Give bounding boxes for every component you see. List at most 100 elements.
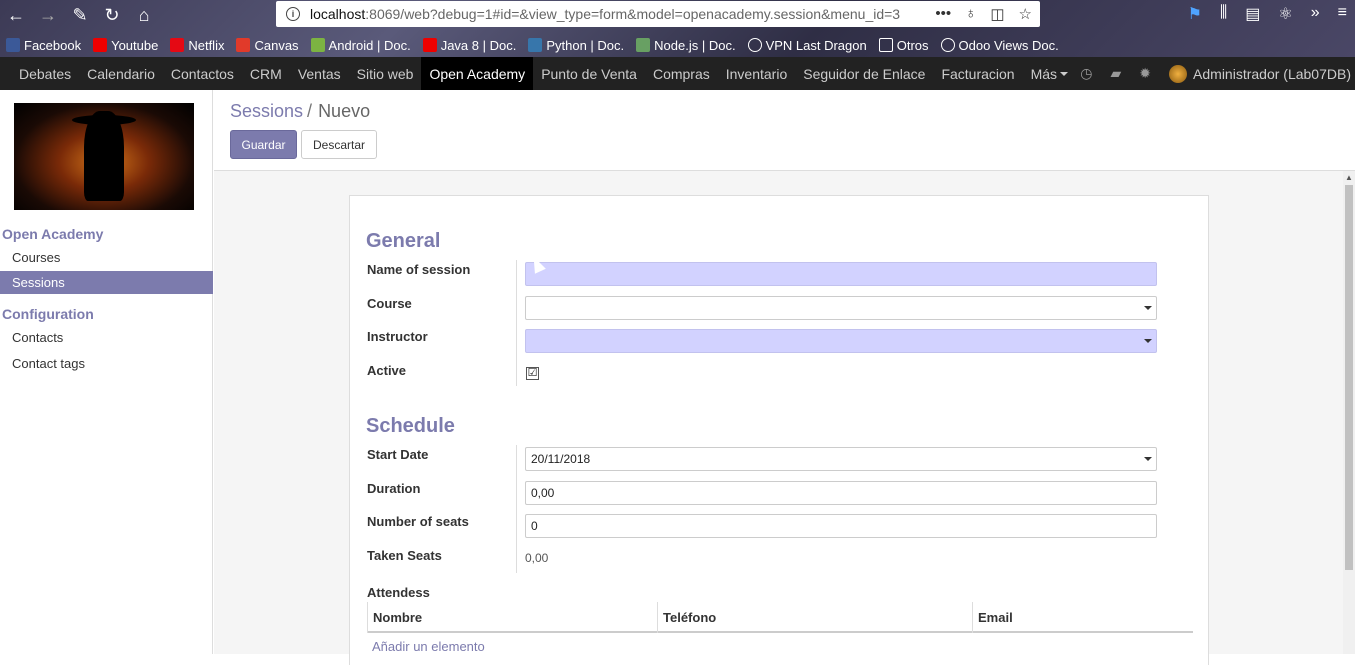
sidebar-section-open-academy[interactable]: Open Academy — [2, 226, 103, 242]
facebook-icon — [6, 38, 20, 52]
column-telefono[interactable]: Teléfono — [657, 602, 972, 633]
bookmark-facebook[interactable]: Facebook — [6, 38, 81, 53]
section-schedule-title: Schedule — [366, 415, 455, 437]
name-input[interactable] — [525, 262, 1157, 286]
more-icon[interactable]: ••• — [935, 5, 951, 23]
chevron-down-icon[interactable] — [1144, 457, 1152, 461]
react-icon[interactable]: ⚛ — [1278, 4, 1292, 24]
bookmark-nodejs[interactable]: Node.js | Doc. — [636, 38, 736, 53]
name-label: Name of session — [367, 262, 471, 277]
nav-item-inventario[interactable]: Inventario — [718, 57, 795, 90]
sidebar-icon[interactable]: ▤ — [1245, 4, 1260, 24]
nav-item-label: Open Academy — [429, 65, 526, 82]
start-date-value: 20/11/2018 — [531, 452, 591, 466]
bug-icon[interactable]: ✹ — [1139, 65, 1151, 82]
nav-item-calendario[interactable]: Calendario — [79, 57, 163, 90]
nav-item-punto-de-venta[interactable]: Punto de Venta — [533, 57, 645, 90]
java-icon — [422, 38, 437, 52]
sidebar-item-contacts[interactable]: Contacts — [0, 326, 213, 349]
course-label: Course — [367, 296, 412, 311]
bookmark-label: Facebook — [24, 37, 82, 53]
url-host: localhost — [310, 6, 366, 22]
reload-icon[interactable]: ↻ — [100, 3, 124, 27]
nav-item-label: Debates — [19, 65, 72, 82]
nav-item-compras[interactable]: Compras — [645, 57, 718, 90]
lightbulb-icon[interactable]: ♁ — [965, 5, 976, 23]
bookmark-label: Youtube — [111, 37, 159, 53]
breadcrumb: Sessions / Nuevo — [230, 101, 370, 122]
seats-label: Number of seats — [367, 514, 469, 529]
home-icon[interactable]: ⌂ — [132, 3, 156, 27]
nav-item-seguidor-de-enlace[interactable]: Seguidor de Enlace — [795, 57, 933, 90]
bookmark-folder[interactable]: Otros — [878, 38, 929, 53]
breadcrumb-current: Nuevo — [318, 101, 371, 121]
info-icon[interactable]: i — [286, 7, 300, 21]
bookmark-globe[interactable]: VPN Last Dragon — [747, 37, 867, 53]
breadcrumb-separator: / — [307, 101, 313, 121]
bookmark-label: Odoo Views Doc. — [958, 37, 1059, 53]
nav-item-open-academy[interactable]: Open Academy — [421, 57, 534, 90]
section-general-title: General — [366, 230, 441, 252]
sidebar-item-contact-tags[interactable]: Contact tags — [0, 352, 213, 375]
nav-item-label: Inventario — [725, 65, 788, 82]
column-nombre[interactable]: Nombre — [367, 602, 657, 633]
nav-item-facturacion[interactable]: Facturacion — [933, 57, 1022, 90]
scrollbar-thumb[interactable] — [1345, 185, 1353, 570]
course-select[interactable] — [525, 296, 1157, 320]
bookmark-youtube[interactable]: Youtube — [93, 38, 158, 53]
url-bar[interactable]: i localhost:8069/web?debug=1#id=&view_ty… — [276, 1, 1040, 27]
start-date-input[interactable]: 20/11/2018 — [525, 447, 1157, 471]
bookmark-label: Android | Doc. — [328, 37, 411, 53]
duration-label: Duration — [367, 481, 421, 496]
library-icon[interactable]: ⫼ — [1220, 4, 1227, 24]
nav-item-sitio-web[interactable]: Sitio web — [349, 57, 422, 90]
user-menu[interactable]: Administrador (Lab07DB) — [1169, 64, 1351, 83]
scroll-up-icon[interactable]: ▲ — [1345, 173, 1353, 182]
seats-input[interactable]: 0 — [525, 514, 1157, 538]
nav-item-contactos[interactable]: Contactos — [163, 57, 242, 90]
save-button[interactable]: Guardar — [230, 130, 297, 159]
bookmark-netflix[interactable]: Netflix — [170, 38, 224, 53]
star-icon[interactable]: ☆ — [1019, 5, 1032, 23]
nav-item-label: CRM — [249, 65, 282, 82]
bookmark-label: VPN Last Dragon — [765, 37, 867, 53]
discard-button[interactable]: Descartar — [301, 130, 377, 159]
clock-icon[interactable]: ◷ — [1080, 65, 1092, 82]
nav-item-label: Contactos — [170, 65, 234, 82]
sidebar-item-sessions[interactable]: Sessions — [0, 271, 213, 294]
instructor-select[interactable] — [525, 329, 1157, 353]
chat-icon[interactable]: ▰ — [1111, 65, 1122, 82]
nav-item-label: Seguidor de Enlace — [803, 65, 926, 82]
scrollbar[interactable]: ▲ — [1343, 171, 1355, 654]
nav-item-ventas[interactable]: Ventas — [290, 57, 349, 90]
sidebar-item-courses[interactable]: Courses — [0, 246, 213, 269]
control-panel: Sessions / Nuevo Guardar Descartar — [214, 90, 1355, 171]
bookmark-python[interactable]: Python | Doc. — [528, 38, 624, 53]
chevron-down-icon[interactable] — [1144, 339, 1152, 343]
sidebar-section-configuration[interactable]: Configuration — [2, 306, 94, 322]
bookmark-canvas[interactable]: Canvas — [236, 38, 299, 53]
column-email[interactable]: Email — [972, 602, 1193, 633]
overflow-icon[interactable]: » — [1311, 4, 1320, 24]
breadcrumb-parent[interactable]: Sessions — [230, 101, 303, 121]
instructor-label: Instructor — [367, 329, 428, 344]
nav-item-debates[interactable]: Debates — [11, 57, 79, 90]
back-icon[interactable]: ← — [4, 3, 28, 27]
person-icon[interactable]: ⚑ — [1188, 4, 1202, 24]
wrench-icon[interactable]: ✎ — [68, 3, 92, 27]
bookmark-globe[interactable]: Odoo Views Doc. — [940, 37, 1059, 53]
chevron-down-icon[interactable] — [1144, 306, 1152, 310]
nav-item-m-s[interactable]: Más — [1023, 57, 1076, 90]
forward-icon[interactable]: → — [36, 3, 60, 27]
nav-item-crm[interactable]: CRM — [242, 57, 290, 90]
bookmark-java[interactable]: Java 8 | Doc. — [422, 37, 517, 53]
duration-input[interactable]: 0,00 — [525, 481, 1157, 505]
menu-icon[interactable]: ≡ — [1338, 4, 1347, 24]
bookmark-label: Java 8 | Doc. — [440, 37, 517, 53]
bookmark-android[interactable]: Android | Doc. — [310, 37, 411, 53]
pocket-icon[interactable]: ◫ — [990, 5, 1004, 23]
user-name: Administrador (Lab07DB) — [1193, 65, 1351, 82]
add-line-link[interactable]: Añadir un elemento — [372, 639, 485, 654]
bookmark-label: Netflix — [188, 37, 225, 53]
active-checkbox[interactable]: ☑ — [526, 367, 539, 380]
